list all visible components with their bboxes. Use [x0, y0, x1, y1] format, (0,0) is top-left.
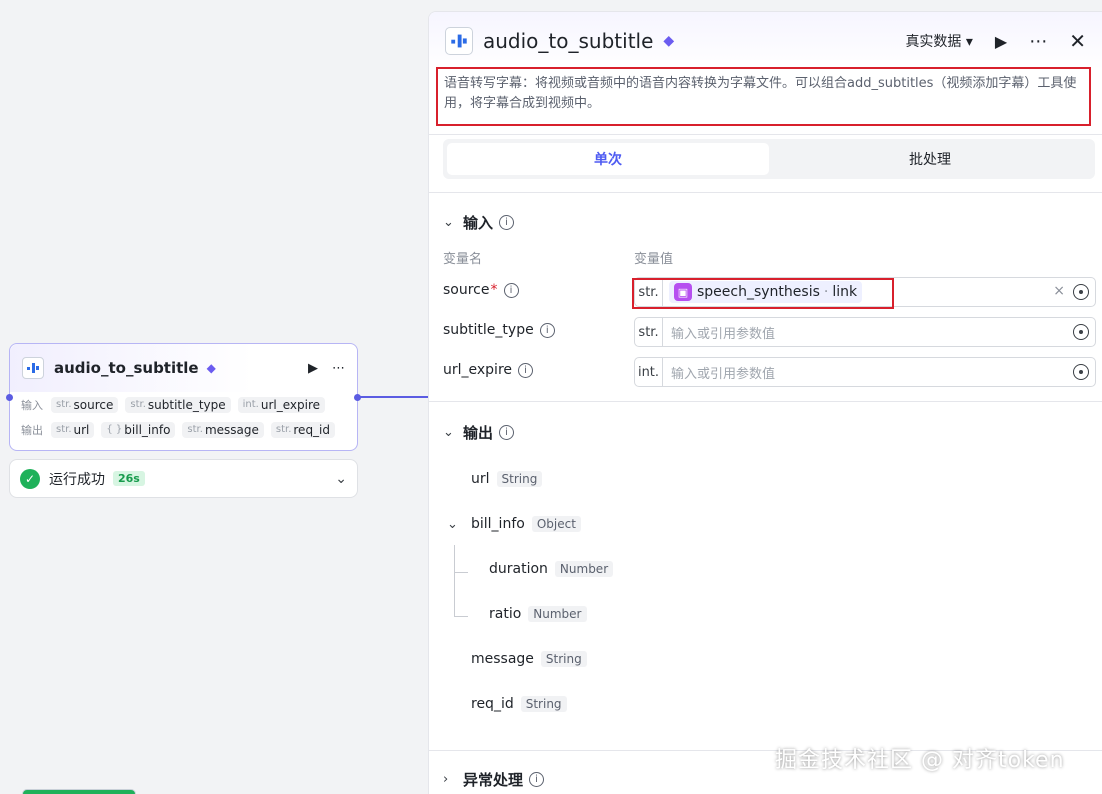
mode-tabs: 单次 批处理	[443, 139, 1095, 179]
tree-line	[454, 616, 468, 617]
connection-edge	[360, 396, 428, 398]
panel-header: audio_to_subtitle ◆ 真实数据 ▾ ▶ ⋯ ✕	[429, 12, 1102, 70]
tab-single[interactable]: 单次	[447, 143, 769, 175]
more-icon[interactable]: ⋯	[332, 361, 345, 376]
node-detail-panel: audio_to_subtitle ◆ 真实数据 ▾ ▶ ⋯ ✕ 语音转写字幕：…	[428, 11, 1102, 794]
divider	[429, 192, 1102, 193]
highlight-box	[632, 278, 894, 309]
premium-diamond-icon: ◆	[206, 361, 216, 375]
tab-batch[interactable]: 批处理	[769, 143, 1091, 175]
info-icon[interactable]: i	[529, 772, 545, 787]
reference-target-icon[interactable]	[1073, 284, 1089, 300]
reference-target-icon[interactable]	[1073, 324, 1089, 340]
exception-section-header[interactable]: › 异常处理 i	[443, 769, 545, 790]
param-tag: str. url	[51, 421, 95, 438]
info-icon[interactable]: i	[499, 425, 515, 440]
data-mode-dropdown[interactable]: 真实数据 ▾	[905, 31, 972, 51]
run-icon[interactable]: ▶	[995, 32, 1007, 51]
input-placeholder: 输入或引用参数值	[671, 366, 776, 382]
node-header: audio_to_subtitle ◆ ▶ ⋯	[10, 344, 357, 392]
panel-description: 语音转写字幕：将视频或音频中的语音内容转换为字幕文件。可以组合add_subti…	[436, 67, 1091, 126]
tree-line	[454, 545, 455, 617]
tree-line	[454, 572, 468, 573]
chevron-down-icon: ⌄	[443, 215, 454, 230]
info-icon[interactable]: i	[499, 215, 515, 230]
output-item: req_id String	[471, 696, 567, 712]
run-icon[interactable]: ▶	[308, 361, 318, 376]
input-label-subtitle-type: subtitle_type i	[443, 322, 555, 338]
chevron-down-icon[interactable]: ⌄	[447, 517, 471, 532]
col-header-value: 变量值	[634, 252, 674, 267]
url-expire-field[interactable]: int. 输入或引用参数值	[634, 357, 1096, 387]
output-port[interactable]	[354, 394, 361, 401]
bottom-node-peek	[22, 789, 136, 794]
info-icon[interactable]: i	[539, 322, 555, 338]
reference-target-icon[interactable]	[1073, 364, 1089, 380]
col-header-name: 变量名	[443, 252, 483, 267]
chevron-down-icon[interactable]: ⌄	[335, 471, 347, 487]
param-tag: { } bill_info	[101, 421, 176, 438]
premium-diamond-icon: ◆	[663, 33, 675, 49]
param-tag: str. subtitle_type	[125, 396, 231, 413]
chevron-down-icon: ⌄	[443, 425, 454, 440]
param-tag: str. message	[182, 421, 264, 438]
divider	[429, 401, 1102, 402]
workflow-node[interactable]: audio_to_subtitle ◆ ▶ ⋯ 输入 str. source st…	[6, 343, 361, 451]
param-tag: str. source	[51, 396, 119, 413]
duration-badge: 26s	[113, 471, 145, 486]
plugin-icon	[445, 27, 473, 55]
status-text: 运行成功	[49, 471, 105, 488]
more-icon[interactable]: ⋯	[1029, 31, 1047, 52]
node-input-row: 输入 str. source str. subtitle_type int. url_…	[10, 392, 357, 417]
close-icon[interactable]: ✕	[1069, 29, 1086, 53]
run-status-bar[interactable]: ✓ 运行成功 26s ⌄	[9, 459, 358, 498]
subtitle-type-field[interactable]: str. 输入或引用参数值	[634, 317, 1096, 347]
type-badge: str.	[635, 318, 663, 346]
input-label-url-expire: url_expire i	[443, 362, 534, 378]
panel-title: audio_to_subtitle	[483, 29, 654, 53]
clear-icon[interactable]: ×	[1053, 283, 1065, 299]
param-tag: int. url_expire	[237, 396, 326, 413]
node-title: audio_to_subtitle	[54, 359, 199, 377]
output-item[interactable]: ⌄ bill_info Object	[447, 516, 581, 532]
divider	[429, 134, 1102, 135]
output-item: duration Number	[489, 561, 614, 577]
input-section-header[interactable]: ⌄ 输入 i	[443, 212, 515, 233]
output-section-header[interactable]: ⌄ 输出 i	[443, 422, 515, 443]
output-item: ratio Number	[489, 606, 587, 622]
output-item: message String	[471, 651, 587, 667]
required-mark: *	[490, 282, 498, 298]
param-tag: str. req_id	[270, 421, 336, 438]
input-placeholder: 输入或引用参数值	[671, 326, 776, 342]
type-badge: int.	[635, 358, 663, 386]
watermark: 掘金技术社区 @ 对齐token	[775, 748, 1065, 773]
info-icon[interactable]: i	[503, 282, 519, 298]
output-label: 输出	[21, 423, 43, 437]
info-icon[interactable]: i	[518, 362, 534, 378]
input-label-source: source * i	[443, 282, 519, 298]
chevron-right-icon: ›	[443, 772, 449, 787]
output-item: url String	[471, 471, 543, 487]
check-circle-icon: ✓	[20, 468, 40, 489]
input-label: 输入	[21, 398, 43, 412]
plugin-icon	[22, 357, 44, 379]
node-output-row: 输出 str. url { } bill_info str. message str.…	[10, 417, 357, 442]
input-port[interactable]	[6, 394, 13, 401]
